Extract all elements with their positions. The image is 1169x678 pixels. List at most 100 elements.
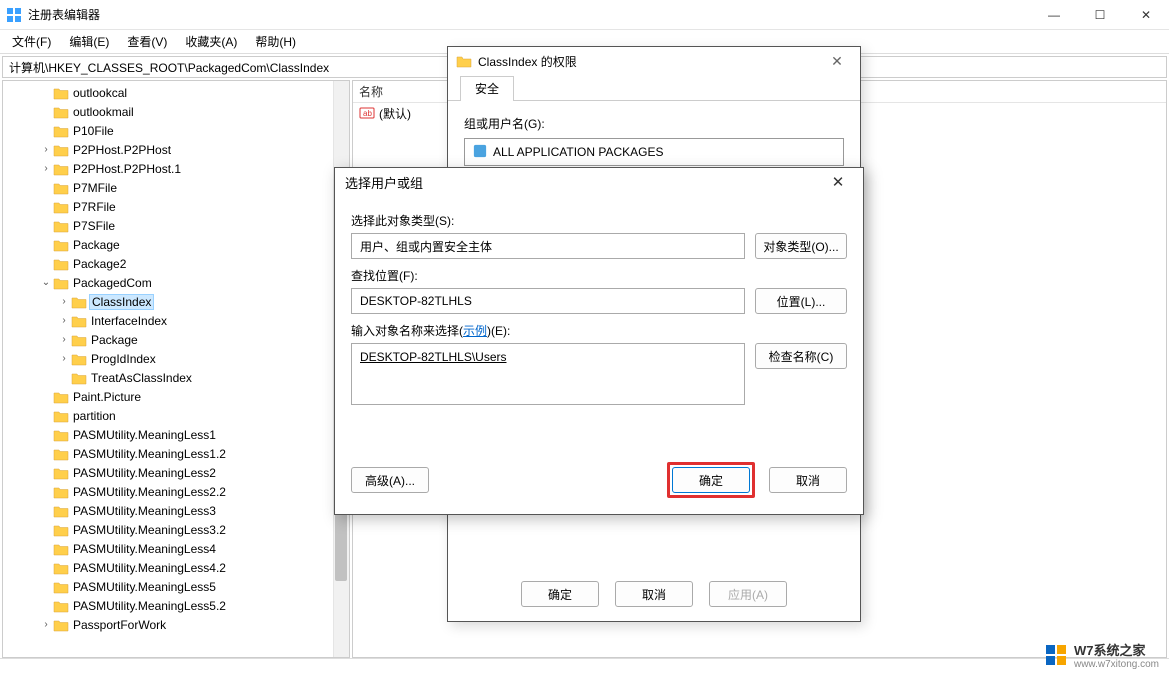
tree-item[interactable]: ›ProgIdIndex	[3, 349, 349, 368]
tree-item-label: partition	[71, 409, 118, 423]
tree-item-label: P10File	[71, 124, 116, 138]
locations-button[interactable]: 位置(L)...	[755, 288, 847, 314]
close-button[interactable]: ✕	[1123, 0, 1169, 30]
tree-item-label: PASMUtility.MeaningLess4.2	[71, 561, 228, 575]
tree-item[interactable]: Paint.Picture	[3, 387, 349, 406]
tree-item[interactable]: PASMUtility.MeaningLess2	[3, 463, 349, 482]
folder-icon	[53, 618, 69, 632]
permissions-apply-button[interactable]: 应用(A)	[709, 581, 787, 607]
tree-item-label: PassportForWork	[71, 618, 168, 632]
folder-icon	[71, 352, 87, 366]
folder-icon	[53, 86, 69, 100]
svg-text:ab: ab	[363, 109, 372, 118]
expander-icon[interactable]: ›	[57, 334, 71, 345]
tree-item[interactable]: Package	[3, 235, 349, 254]
group-users-label: 组或用户名(G):	[464, 115, 844, 132]
menu-help[interactable]: 帮助(H)	[247, 31, 304, 52]
tree-item[interactable]: partition	[3, 406, 349, 425]
tree-item[interactable]: ›ClassIndex	[3, 292, 349, 311]
menu-view[interactable]: 查看(V)	[119, 31, 175, 52]
folder-icon	[53, 162, 69, 176]
permissions-close-button[interactable]: ✕	[822, 53, 852, 70]
tree-item[interactable]: PASMUtility.MeaningLess2.2	[3, 482, 349, 501]
tree-item-label: P7RFile	[71, 200, 118, 214]
select-ok-button[interactable]: 确定	[672, 467, 750, 493]
folder-icon	[53, 542, 69, 556]
folder-icon	[53, 257, 69, 271]
tree-item-label: outlookcal	[71, 86, 129, 100]
maximize-button[interactable]: ☐	[1077, 0, 1123, 30]
select-user-group-dialog: 选择用户或组 ✕ 选择此对象类型(S): 用户、组或内置安全主体 对象类型(O)…	[334, 167, 864, 515]
tree-item[interactable]: PASMUtility.MeaningLess3	[3, 501, 349, 520]
tree-item[interactable]: PASMUtility.MeaningLess4.2	[3, 558, 349, 577]
group-users-listbox[interactable]: ALL APPLICATION PACKAGES	[464, 138, 844, 166]
watermark: W7系统之家 www.w7xitong.com	[1044, 640, 1159, 670]
folder-icon	[53, 143, 69, 157]
tree-item-label: P7SFile	[71, 219, 117, 233]
permissions-cancel-button[interactable]: 取消	[615, 581, 693, 607]
window-title: 注册表编辑器	[28, 6, 1031, 23]
watermark-url: www.w7xitong.com	[1074, 659, 1159, 670]
tree-item[interactable]: ⌄PackagedCom	[3, 273, 349, 292]
tree-item[interactable]: P7SFile	[3, 216, 349, 235]
group-item-label: ALL APPLICATION PACKAGES	[493, 145, 664, 159]
object-names-input[interactable]: DESKTOP-82TLHLS\Users	[351, 343, 745, 405]
expander-icon[interactable]: ›	[39, 619, 53, 630]
tree-item[interactable]: ›Package	[3, 330, 349, 349]
object-types-button[interactable]: 对象类型(O)...	[755, 233, 847, 259]
menu-edit[interactable]: 编辑(E)	[61, 31, 117, 52]
tree-item-label: PASMUtility.MeaningLess4	[71, 542, 218, 556]
folder-icon	[71, 295, 87, 309]
ok-highlight: 确定	[667, 462, 755, 498]
tree-item[interactable]: › PassportForWork	[3, 615, 349, 634]
expander-icon[interactable]: ›	[57, 296, 71, 307]
tree-item[interactable]: P7RFile	[3, 197, 349, 216]
folder-icon	[53, 523, 69, 537]
regedit-icon	[6, 7, 22, 23]
value-name: (默认)	[379, 105, 411, 122]
tree-item-label: outlookmail	[71, 105, 136, 119]
tree-item[interactable]: PASMUtility.MeaningLess1	[3, 425, 349, 444]
select-cancel-button[interactable]: 取消	[769, 467, 847, 493]
menu-file[interactable]: 文件(F)	[4, 31, 59, 52]
tree-item[interactable]: P7MFile	[3, 178, 349, 197]
object-type-field: 用户、组或内置安全主体	[351, 233, 745, 259]
expander-icon[interactable]: ›	[39, 144, 53, 155]
address-path: 计算机\HKEY_CLASSES_ROOT\PackagedCom\ClassI…	[9, 59, 329, 76]
minimize-button[interactable]: —	[1031, 0, 1077, 30]
tree-item[interactable]: PASMUtility.MeaningLess5	[3, 577, 349, 596]
check-names-button[interactable]: 检查名称(C)	[755, 343, 847, 369]
select-dialog-title: 选择用户或组	[345, 173, 423, 192]
watermark-logo-icon	[1044, 643, 1068, 667]
select-close-button[interactable]: ✕	[823, 173, 853, 191]
tree-item[interactable]: P10File	[3, 121, 349, 140]
tree-pane[interactable]: outlookcaloutlookmailP10File›P2PHost.P2P…	[2, 80, 350, 658]
folder-icon	[53, 390, 69, 404]
tree-item[interactable]: › P2PHost.P2PHost.1	[3, 159, 349, 178]
tree-item[interactable]: PASMUtility.MeaningLess5.2	[3, 596, 349, 615]
expander-icon[interactable]: ⌄	[39, 277, 53, 288]
tree-item-label: InterfaceIndex	[89, 314, 169, 328]
menu-favorites[interactable]: 收藏夹(A)	[177, 31, 245, 52]
tree-item-label: PASMUtility.MeaningLess3	[71, 504, 218, 518]
tree-item-label: Package	[71, 238, 122, 252]
tree-item[interactable]: › InterfaceIndex	[3, 311, 349, 330]
tree-item[interactable]: PASMUtility.MeaningLess1.2	[3, 444, 349, 463]
expander-icon[interactable]: ›	[57, 353, 71, 364]
tree-item[interactable]: PASMUtility.MeaningLess3.2	[3, 520, 349, 539]
folder-icon	[456, 53, 472, 69]
object-type-label: 选择此对象类型(S):	[351, 212, 847, 229]
advanced-button[interactable]: 高级(A)...	[351, 467, 429, 493]
tree-item[interactable]: outlookmail	[3, 102, 349, 121]
tree-item[interactable]: TreatAsClassIndex	[3, 368, 349, 387]
expander-icon[interactable]: ›	[39, 163, 53, 174]
tree-item[interactable]: PASMUtility.MeaningLess4	[3, 539, 349, 558]
tree-item[interactable]: outlookcal	[3, 83, 349, 102]
permissions-ok-button[interactable]: 确定	[521, 581, 599, 607]
tree-item-label: P2PHost.P2PHost.1	[71, 162, 183, 176]
tree-item[interactable]: Package2	[3, 254, 349, 273]
tree-item[interactable]: ›P2PHost.P2PHost	[3, 140, 349, 159]
tab-security[interactable]: 安全	[460, 76, 514, 101]
examples-link[interactable]: 示例	[463, 324, 487, 338]
expander-icon[interactable]: ›	[57, 315, 71, 326]
